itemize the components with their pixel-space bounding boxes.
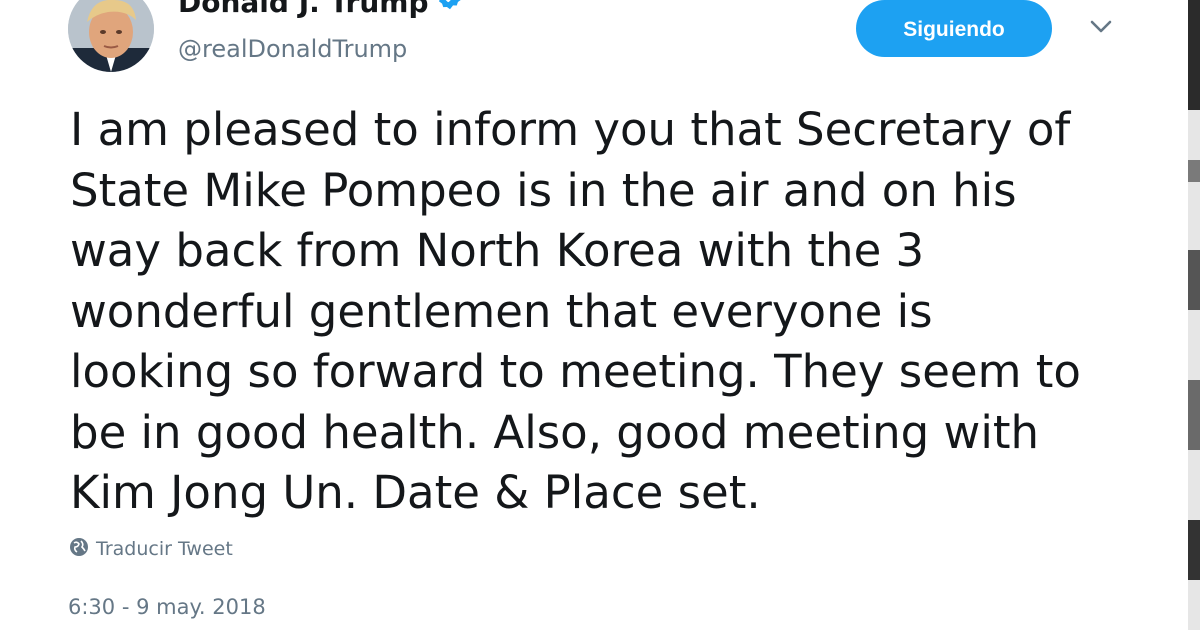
globe-icon xyxy=(68,536,90,562)
tweet-text: I am pleased to inform you that Secretar… xyxy=(70,103,1081,519)
display-name-text: Donald J. Trump xyxy=(178,0,429,19)
display-name[interactable]: Donald J. Trump xyxy=(178,0,464,20)
tweet-timestamp[interactable]: 6:30 - 9 may. 2018 xyxy=(68,593,266,621)
avatar-image xyxy=(68,0,154,72)
translate-tweet-link[interactable]: Traducir Tweet xyxy=(68,536,233,562)
user-handle[interactable]: @realDonaldTrump xyxy=(178,34,407,64)
tweet-card: Donald J. Trump @realDonaldTrump Siguien… xyxy=(0,0,1188,630)
adjacent-page-edge xyxy=(1188,0,1200,630)
following-button[interactable]: Siguiendo xyxy=(856,0,1052,57)
verified-badge-icon xyxy=(436,0,464,19)
chevron-down-icon[interactable] xyxy=(1084,14,1118,40)
translate-tweet-label: Traducir Tweet xyxy=(96,538,233,560)
avatar[interactable] xyxy=(68,0,154,72)
